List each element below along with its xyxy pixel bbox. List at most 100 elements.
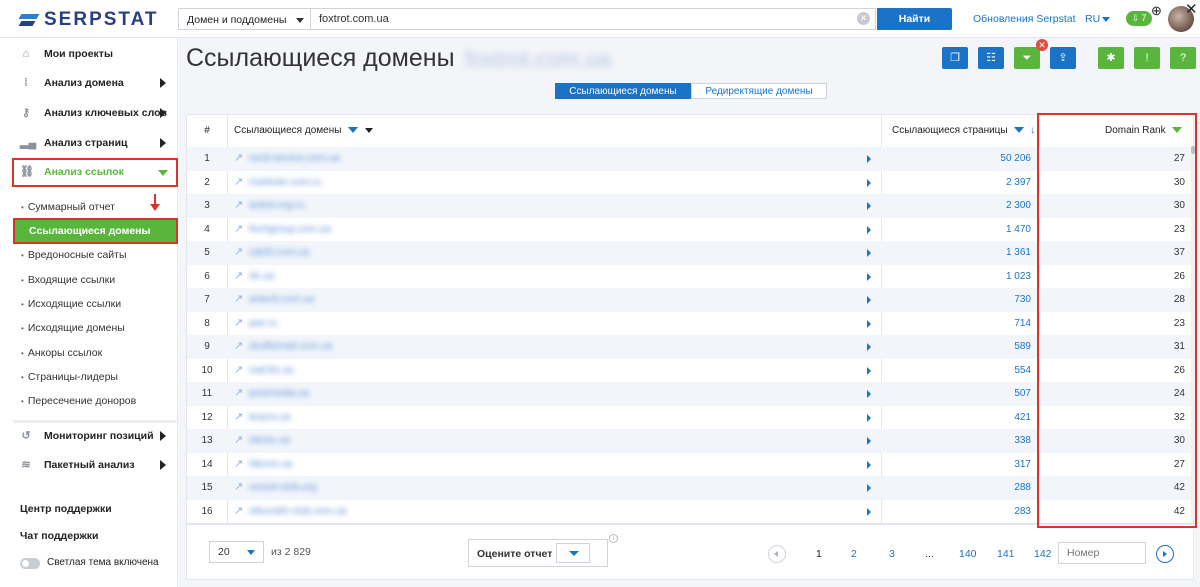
referring-pages-value[interactable]: 50 206	[881, 147, 1031, 171]
table-row[interactable]: 7 ↗ antecti.com.ua 730 28	[187, 288, 1193, 312]
referring-domain-link[interactable]: otkuvokh-club.com.ua	[249, 500, 346, 524]
clear-search-icon[interactable]: ✕	[857, 12, 870, 25]
filter-icon[interactable]: ⏷	[1014, 47, 1040, 69]
bug-icon[interactable]: ✱	[1098, 47, 1124, 69]
referring-pages-value[interactable]: 288	[881, 476, 1031, 500]
sidebar-subitem-summary[interactable]: Суммарный отчет	[0, 196, 178, 218]
expand-row-icon[interactable]	[867, 296, 871, 304]
external-link-icon[interactable]: ↗	[234, 500, 243, 524]
expand-row-icon[interactable]	[867, 507, 871, 516]
info-icon[interactable]: i	[609, 534, 618, 543]
table-row[interactable]: 4 ↗ fischgroup.com.ua 1 470 23	[187, 218, 1193, 242]
expand-row-icon[interactable]	[867, 460, 871, 469]
expand-row-icon[interactable]	[867, 413, 871, 422]
column-header-pages[interactable]: Ссылающиеся страницы ↓	[892, 115, 1035, 147]
copy-icon[interactable]: ❐	[942, 47, 968, 69]
referring-pages-value[interactable]: 730	[881, 288, 1031, 312]
find-button[interactable]: Найти	[877, 8, 952, 30]
tab-referring-domains[interactable]: Ссылающиеся домены	[555, 83, 691, 99]
sidebar-subitem-outbound-domains[interactable]: Исходящие домены	[0, 317, 178, 339]
search-scope-select[interactable]: Домен и поддомены	[178, 8, 310, 30]
sidebar-subitem-malicious-sites[interactable]: Вредоносные сайты	[0, 244, 178, 266]
external-link-icon[interactable]: ↗	[234, 429, 243, 453]
sidebar-subitem-referring-domains[interactable]: Ссылающиеся домены	[13, 218, 178, 244]
external-link-icon[interactable]: ↗	[234, 359, 243, 383]
external-link-icon[interactable]: ↗	[234, 312, 243, 336]
zoom-in-icon[interactable]: ⊕	[1151, 3, 1162, 19]
table-row[interactable]: 3 ↗ antivir.org.ru 2 300 30	[187, 194, 1193, 218]
external-link-icon[interactable]: ↗	[234, 382, 243, 406]
columns-icon[interactable]: ☷	[978, 47, 1004, 69]
expand-row-icon[interactable]	[867, 272, 871, 281]
referring-domain-link[interactable]: bravni.ua	[249, 406, 290, 430]
expand-row-icon[interactable]	[867, 366, 871, 375]
table-row[interactable]: 13 ↗ electo.ua 338 30	[187, 429, 1193, 453]
sidebar-subitem-outbound-links[interactable]: Исходящие ссылки	[0, 293, 178, 315]
column-header-rank[interactable]: Domain Rank	[1105, 115, 1193, 165]
referring-pages-value[interactable]: 554	[881, 359, 1031, 383]
sort-desc-icon[interactable]: ↓	[1030, 125, 1035, 136]
referring-domain-link[interactable]: antecti.com.ua	[249, 288, 314, 312]
referring-pages-value[interactable]: 338	[881, 429, 1031, 453]
referring-domain-link[interactable]: fischgroup.com.ua	[249, 218, 331, 242]
referring-pages-value[interactable]: 2 397	[881, 171, 1031, 195]
expand-row-icon[interactable]	[867, 202, 871, 210]
table-row[interactable]: 2 ↗ marketer.com.ru 2 397 30	[187, 171, 1193, 195]
referring-pages-value[interactable]: 283	[881, 500, 1031, 524]
support-center-link[interactable]: Центр поддержки	[20, 503, 112, 515]
external-link-icon[interactable]: ↗	[234, 406, 243, 430]
referring-domain-link[interactable]: pao.ru	[249, 312, 277, 336]
scrollbar-thumb[interactable]	[1191, 146, 1195, 154]
help-icon[interactable]: ?	[1170, 47, 1196, 69]
serpstat-logo[interactable]: SERPSTAT	[20, 9, 159, 31]
tab-redirecting-domains[interactable]: Редиректящие домены	[691, 83, 827, 99]
external-link-icon[interactable]: ↗	[234, 194, 243, 218]
page-link-1[interactable]: 1	[816, 548, 822, 560]
external-link-icon[interactable]: ↗	[234, 218, 243, 242]
feedback-icon[interactable]: !	[1134, 47, 1160, 69]
expand-row-icon[interactable]	[867, 178, 871, 187]
expand-row-icon[interactable]	[867, 319, 871, 328]
external-link-icon[interactable]: ↗	[234, 147, 243, 171]
external-link-icon[interactable]: ↗	[234, 171, 243, 195]
sidebar-subitem-anchors[interactable]: Анкоры ссылок	[0, 342, 178, 364]
referring-domain-link[interactable]: hikmm.ua	[249, 453, 292, 477]
referring-pages-value[interactable]: 1 023	[881, 265, 1031, 289]
sidebar-subitem-donor-intersection[interactable]: Пересечение доноров	[0, 390, 178, 412]
expand-row-icon[interactable]	[867, 484, 871, 492]
sidebar-item-batch-analysis[interactable]: ≋ Пакетный анализ	[0, 451, 178, 479]
sidebar-item-page-analysis[interactable]: ▂▄ Анализ страниц	[0, 129, 178, 157]
external-link-icon[interactable]: ↗	[234, 335, 243, 359]
search-input[interactable]	[310, 8, 876, 30]
referring-pages-value[interactable]: 589	[881, 335, 1031, 359]
referring-domain-link[interactable]: antivir.org.ru	[249, 194, 304, 218]
referring-domain-link[interactable]: skuffsinrait.com.ua	[249, 335, 332, 359]
updates-link[interactable]: Обновления Serpstat	[973, 13, 1076, 25]
table-row[interactable]: 1 ↗ nerd-service.com.ua 50 206 27	[187, 147, 1193, 171]
referring-domain-link[interactable]: nerd-service.com.ua	[249, 147, 340, 171]
clear-filter-icon[interactable]: ✕	[1036, 39, 1048, 51]
page-link-141[interactable]: 141	[997, 548, 1015, 560]
sidebar-item-keyword-analysis[interactable]: ⚷ Анализ ключевых слов	[0, 99, 178, 127]
expand-row-icon[interactable]	[867, 343, 871, 351]
support-chat-link[interactable]: Чат поддержки	[20, 530, 99, 542]
expand-row-icon[interactable]	[867, 249, 871, 257]
expand-row-icon[interactable]	[867, 390, 871, 398]
external-link-icon[interactable]: ↗	[234, 265, 243, 289]
sidebar-item-my-projects[interactable]: ⌂ Мои проекты	[0, 40, 178, 68]
filter-icon[interactable]	[1172, 127, 1183, 134]
prev-page-button[interactable]	[768, 545, 786, 563]
page-link-3[interactable]: 3	[889, 548, 895, 560]
sidebar-subitem-top-pages[interactable]: Страницы-лидеры	[0, 366, 178, 388]
referring-domain-link[interactable]: electo.ua	[249, 429, 290, 453]
referring-domain-link[interactable]: postmedia.ua	[249, 382, 309, 406]
scrollbar[interactable]	[1191, 146, 1195, 520]
referring-pages-value[interactable]: 1 361	[881, 241, 1031, 265]
table-row[interactable]: 9 ↗ skuffsinrait.com.ua 589 31	[187, 335, 1193, 359]
column-header-domain[interactable]: Ссылающиеся домены	[234, 115, 373, 147]
table-row[interactable]: 14 ↗ hikmm.ua 317 27	[187, 453, 1193, 477]
table-row[interactable]: 16 ↗ otkuvokh-club.com.ua 283 42	[187, 500, 1193, 524]
filter-icon[interactable]	[348, 127, 359, 134]
table-row[interactable]: 11 ↗ postmedia.ua 507 24	[187, 382, 1193, 406]
sidebar-item-rank-tracking[interactable]: ↺ Мониторинг позиций	[0, 422, 178, 450]
